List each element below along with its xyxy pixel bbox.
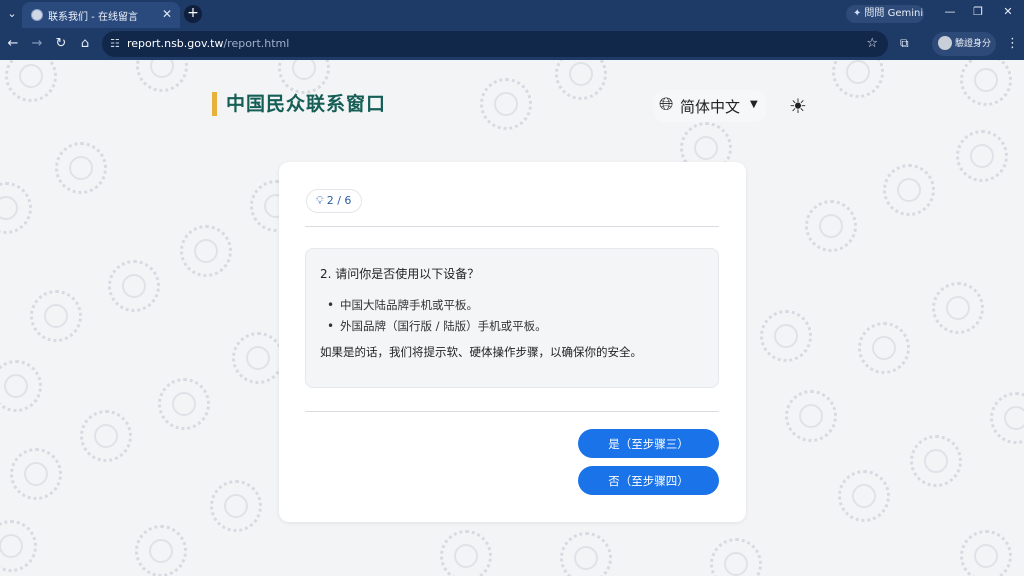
tab-search-chevron-icon[interactable]: ⌄: [4, 6, 20, 22]
no-button[interactable]: 否（至步骤四）: [578, 466, 719, 495]
divider-bottom: [305, 411, 719, 412]
question-box: 2. 请问你是否使用以下设备？ 中国大陆品牌手机或平板。 外国品牌（国行版 / …: [305, 248, 719, 388]
extensions-puzzle-icon[interactable]: ⧉: [900, 36, 909, 51]
tab-title: 联系我们 - 在线留言: [48, 12, 138, 23]
browser-titlebar: ⌄ 联系我们 - 在线留言 ✕ + ✦ 問問 Gemini — ❐ ✕: [0, 0, 1024, 28]
gemini-button[interactable]: ✦ 問問 Gemini: [846, 5, 924, 23]
forward-arrow-icon[interactable]: →: [29, 36, 45, 52]
step-count: 2 / 6: [326, 194, 352, 207]
address-bar[interactable]: ☷ report.nsb.gov.tw/report.html ☆: [102, 31, 888, 57]
list-item: 中国大陆品牌手机或平板。: [327, 295, 547, 316]
question-card: 💡︎2 / 6 2. 请问你是否使用以下设备？ 中国大陆品牌手机或平板。 外国品…: [279, 162, 746, 522]
step-indicator: 💡︎ 2 / 6: [306, 189, 362, 213]
gemini-spark-icon: ✦: [853, 8, 862, 19]
close-window-icon[interactable]: ✕: [998, 5, 1018, 18]
restore-icon[interactable]: ❐: [968, 5, 988, 18]
site-favicon-icon: [31, 9, 43, 21]
url-text[interactable]: report.nsb.gov.tw/report.html: [127, 37, 289, 50]
yes-button[interactable]: 是（至步骤三）: [578, 429, 719, 458]
gemini-label: 問問 Gemini: [864, 8, 924, 19]
theme-toggle-sun-icon[interactable]: ☀: [784, 90, 812, 122]
divider-top: [305, 226, 719, 227]
new-tab-button[interactable]: +: [184, 5, 202, 23]
profile-button[interactable]: 驗證身分: [932, 32, 996, 56]
page-content: 中国民众联系窗口 🌐︎ 简体中文 ▼ ☀ 💡︎ 2 / 6 2. 请问你是否使用以…: [0, 60, 1024, 576]
globe-icon: 🌐︎: [659, 94, 674, 115]
site-info-icon[interactable]: ☷: [110, 37, 120, 50]
browser-toolbar: ← → ↻ ⌂ ☷ report.nsb.gov.tw/report.html …: [0, 28, 1024, 60]
language-selector[interactable]: 🌐︎ 简体中文 ▼: [654, 90, 766, 122]
lightbulb-icon: 💡︎: [316, 194, 324, 207]
question-note: 如果是的话，我们将提示软、硬体操作步骤，以确保你的安全。: [320, 345, 642, 359]
url-host: report.nsb.gov.tw: [127, 37, 224, 50]
question-title: 2. 请问你是否使用以下设备？: [320, 267, 480, 281]
device-list: 中国大陆品牌手机或平板。 外国品牌（国行版 / 陆版）手机或平板。: [327, 295, 547, 337]
site-title: 中国民众联系窗口: [212, 92, 386, 116]
language-label: 简体中文: [680, 98, 741, 116]
minimize-icon[interactable]: —: [940, 5, 960, 18]
reload-icon[interactable]: ↻: [53, 36, 69, 52]
caret-down-icon: ▼: [750, 99, 758, 110]
list-item: 外国品牌（国行版 / 陆版）手机或平板。: [327, 316, 547, 337]
browser-menu-icon[interactable]: ⋮: [1006, 36, 1019, 51]
browser-tab-active[interactable]: 联系我们 - 在线留言 ✕: [22, 2, 180, 28]
bookmark-star-icon[interactable]: ☆: [866, 36, 878, 51]
back-arrow-icon[interactable]: ←: [5, 36, 21, 52]
home-icon[interactable]: ⌂: [77, 36, 93, 52]
profile-label: 驗證身分: [955, 39, 992, 49]
avatar: [938, 35, 952, 50]
url-path: /report.html: [223, 37, 290, 50]
tab-close-icon[interactable]: ✕: [162, 7, 172, 21]
